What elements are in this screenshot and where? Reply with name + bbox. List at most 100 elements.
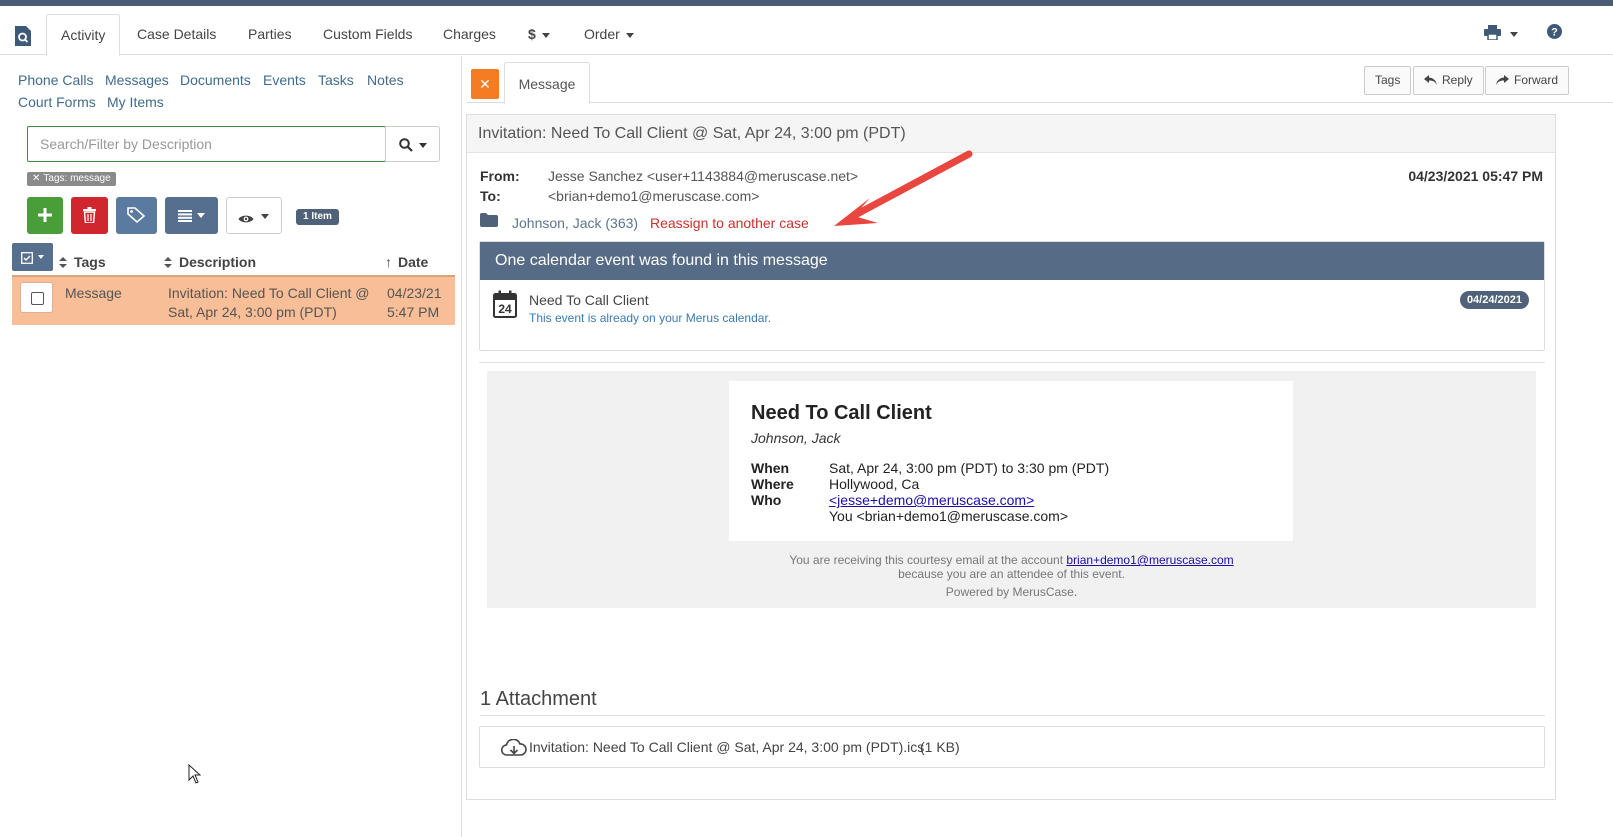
calendar-day: 24 xyxy=(498,302,512,316)
reply-icon xyxy=(1424,68,1437,95)
from-label: From: xyxy=(480,168,520,184)
link-notes[interactable]: Notes xyxy=(367,72,404,88)
document-search-icon[interactable] xyxy=(14,25,32,50)
row-tag: Message xyxy=(65,285,122,301)
close-button[interactable]: ✕ xyxy=(471,69,499,99)
tag-button[interactable] xyxy=(116,197,157,234)
who-organizer-link[interactable]: <jesse+demo@meruscase.com> xyxy=(829,492,1034,508)
help-icon[interactable]: ? xyxy=(1547,24,1562,42)
link-documents[interactable]: Documents xyxy=(180,72,251,88)
who-label: Who xyxy=(751,492,782,508)
eye-icon xyxy=(238,211,254,227)
search-button[interactable] xyxy=(385,126,440,162)
link-tasks[interactable]: Tasks xyxy=(318,72,354,88)
case-link[interactable]: Johnson, Jack (363) xyxy=(512,215,638,231)
message-timestamp: 04/23/2021 05:47 PM xyxy=(1408,168,1543,184)
row-date: 04/23/21 5:47 PM xyxy=(387,285,442,320)
calendar-icon: 24 xyxy=(493,290,517,321)
link-my-items[interactable]: My Items xyxy=(107,94,164,110)
forward-button[interactable]: Forward xyxy=(1485,66,1570,95)
email-title: Need To Call Client xyxy=(751,402,932,424)
event-note: This event is already on your Merus cale… xyxy=(529,311,772,325)
search-icon xyxy=(399,138,413,155)
trash-icon xyxy=(83,207,96,226)
sort-ascending-icon: ↑ xyxy=(385,254,392,270)
calendar-notice: One calendar event was found in this mes… xyxy=(479,241,1545,351)
visibility-button[interactable] xyxy=(226,197,282,234)
message-view: Invitation: Need To Call Client @ Sat, A… xyxy=(466,114,1556,800)
email-footer-account: You are receiving this courtesy email at… xyxy=(789,553,1234,567)
where-value: Hollywood, Ca xyxy=(829,476,920,492)
message-tabbar: ✕ Message Tags Reply Forward xyxy=(466,56,1613,104)
print-chevron-down-icon[interactable] xyxy=(1510,32,1518,37)
main-nav: Activity Case Details Parties Custom Fie… xyxy=(0,6,1613,56)
chevron-down-icon xyxy=(38,255,44,259)
column-header-description[interactable]: Description xyxy=(164,254,256,270)
select-all-button[interactable] xyxy=(12,243,53,271)
tab-message[interactable]: Message xyxy=(504,62,590,104)
tab-custom-fields[interactable]: Custom Fields xyxy=(309,14,426,55)
tab-case-details[interactable]: Case Details xyxy=(123,14,230,55)
event-title: Need To Call Client xyxy=(529,292,649,308)
when-value: Sat, Apr 24, 3:00 pm (PDT) to 3:30 pm (P… xyxy=(829,460,1110,476)
email-body: Need To Call Client Johnson, Jack When S… xyxy=(487,371,1536,608)
divider xyxy=(479,362,1545,363)
reply-button[interactable]: Reply xyxy=(1413,66,1484,95)
tab-order-dropdown[interactable]: Order xyxy=(570,14,648,55)
mouse-cursor-icon xyxy=(188,763,202,787)
link-messages[interactable]: Messages xyxy=(105,72,169,88)
to-label: To: xyxy=(480,188,501,204)
column-header-tags[interactable]: Tags xyxy=(59,254,106,270)
close-icon[interactable]: ✕ xyxy=(32,173,40,184)
message-subject: Invitation: Need To Call Client @ Sat, A… xyxy=(467,115,1555,153)
link-court-forms[interactable]: Court Forms xyxy=(18,94,96,110)
when-label: When xyxy=(751,460,790,476)
cloud-download-icon xyxy=(500,738,527,760)
list-view-button[interactable] xyxy=(165,197,218,234)
link-events[interactable]: Events xyxy=(263,72,306,88)
tag-filter-chip[interactable]: ✕ Tags: message xyxy=(27,172,116,186)
folder-icon xyxy=(480,213,498,230)
email-subtitle: Johnson, Jack xyxy=(751,430,841,446)
search-input[interactable]: Search/Filter by Description xyxy=(27,126,386,162)
row-checkbox[interactable] xyxy=(20,282,53,313)
tab-activity[interactable]: Activity xyxy=(46,14,121,56)
plus-icon xyxy=(38,208,52,225)
tags-button[interactable]: Tags xyxy=(1364,66,1412,95)
activity-sidebar: Phone Calls Messages Documents Events Ta… xyxy=(0,56,462,837)
arrow-annotation-icon xyxy=(822,149,982,232)
attachment-item[interactable]: Invitation: Need To Call Client @ Sat, A… xyxy=(479,726,1545,768)
reassign-case-link[interactable]: Reassign to another case xyxy=(650,215,809,231)
row-description: Invitation: Need To Call Client @ Sat, A… xyxy=(168,285,370,320)
svg-text:?: ? xyxy=(1551,27,1558,39)
table-row[interactable]: Message Invitation: Need To Call Client … xyxy=(12,275,455,325)
add-button[interactable] xyxy=(27,197,63,234)
where-label: Where xyxy=(751,476,794,492)
chevron-down-icon xyxy=(419,143,427,148)
sort-icon xyxy=(59,257,67,268)
tab-charges[interactable]: Charges xyxy=(429,14,510,55)
email-invitation-card: Need To Call Client Johnson, Jack When S… xyxy=(729,381,1293,541)
tab-billing-dropdown[interactable]: $ xyxy=(514,14,564,55)
printer-icon[interactable] xyxy=(1484,25,1501,43)
list-icon xyxy=(178,209,192,225)
from-value: Jesse Sanchez <user+1143884@meruscase.ne… xyxy=(548,168,859,184)
delete-button[interactable] xyxy=(71,197,108,234)
column-header-date[interactable]: ↑ Date xyxy=(385,254,428,270)
attachment-size: (1 KB) xyxy=(920,739,960,755)
event-date-badge: 04/24/2021 xyxy=(1459,291,1529,309)
checkbox-icon xyxy=(21,251,33,267)
attachment-name[interactable]: Invitation: Need To Call Client @ Sat, A… xyxy=(529,739,924,755)
tab-parties[interactable]: Parties xyxy=(234,14,306,55)
divider xyxy=(480,715,1545,716)
link-phone-calls[interactable]: Phone Calls xyxy=(18,72,94,88)
account-email-link[interactable]: brian+demo1@meruscase.com xyxy=(1066,553,1233,567)
calendar-notice-heading: One calendar event was found in this mes… xyxy=(480,242,1544,280)
attachments-title: 1 Attachment xyxy=(480,688,597,710)
chevron-down-icon xyxy=(625,32,634,38)
email-footer-powered: Powered by MerusCase. xyxy=(945,585,1078,599)
checkbox[interactable] xyxy=(31,292,44,305)
close-icon: ✕ xyxy=(479,76,491,92)
chevron-down-icon xyxy=(197,213,205,218)
item-count-badge: 1 Item xyxy=(296,209,339,225)
